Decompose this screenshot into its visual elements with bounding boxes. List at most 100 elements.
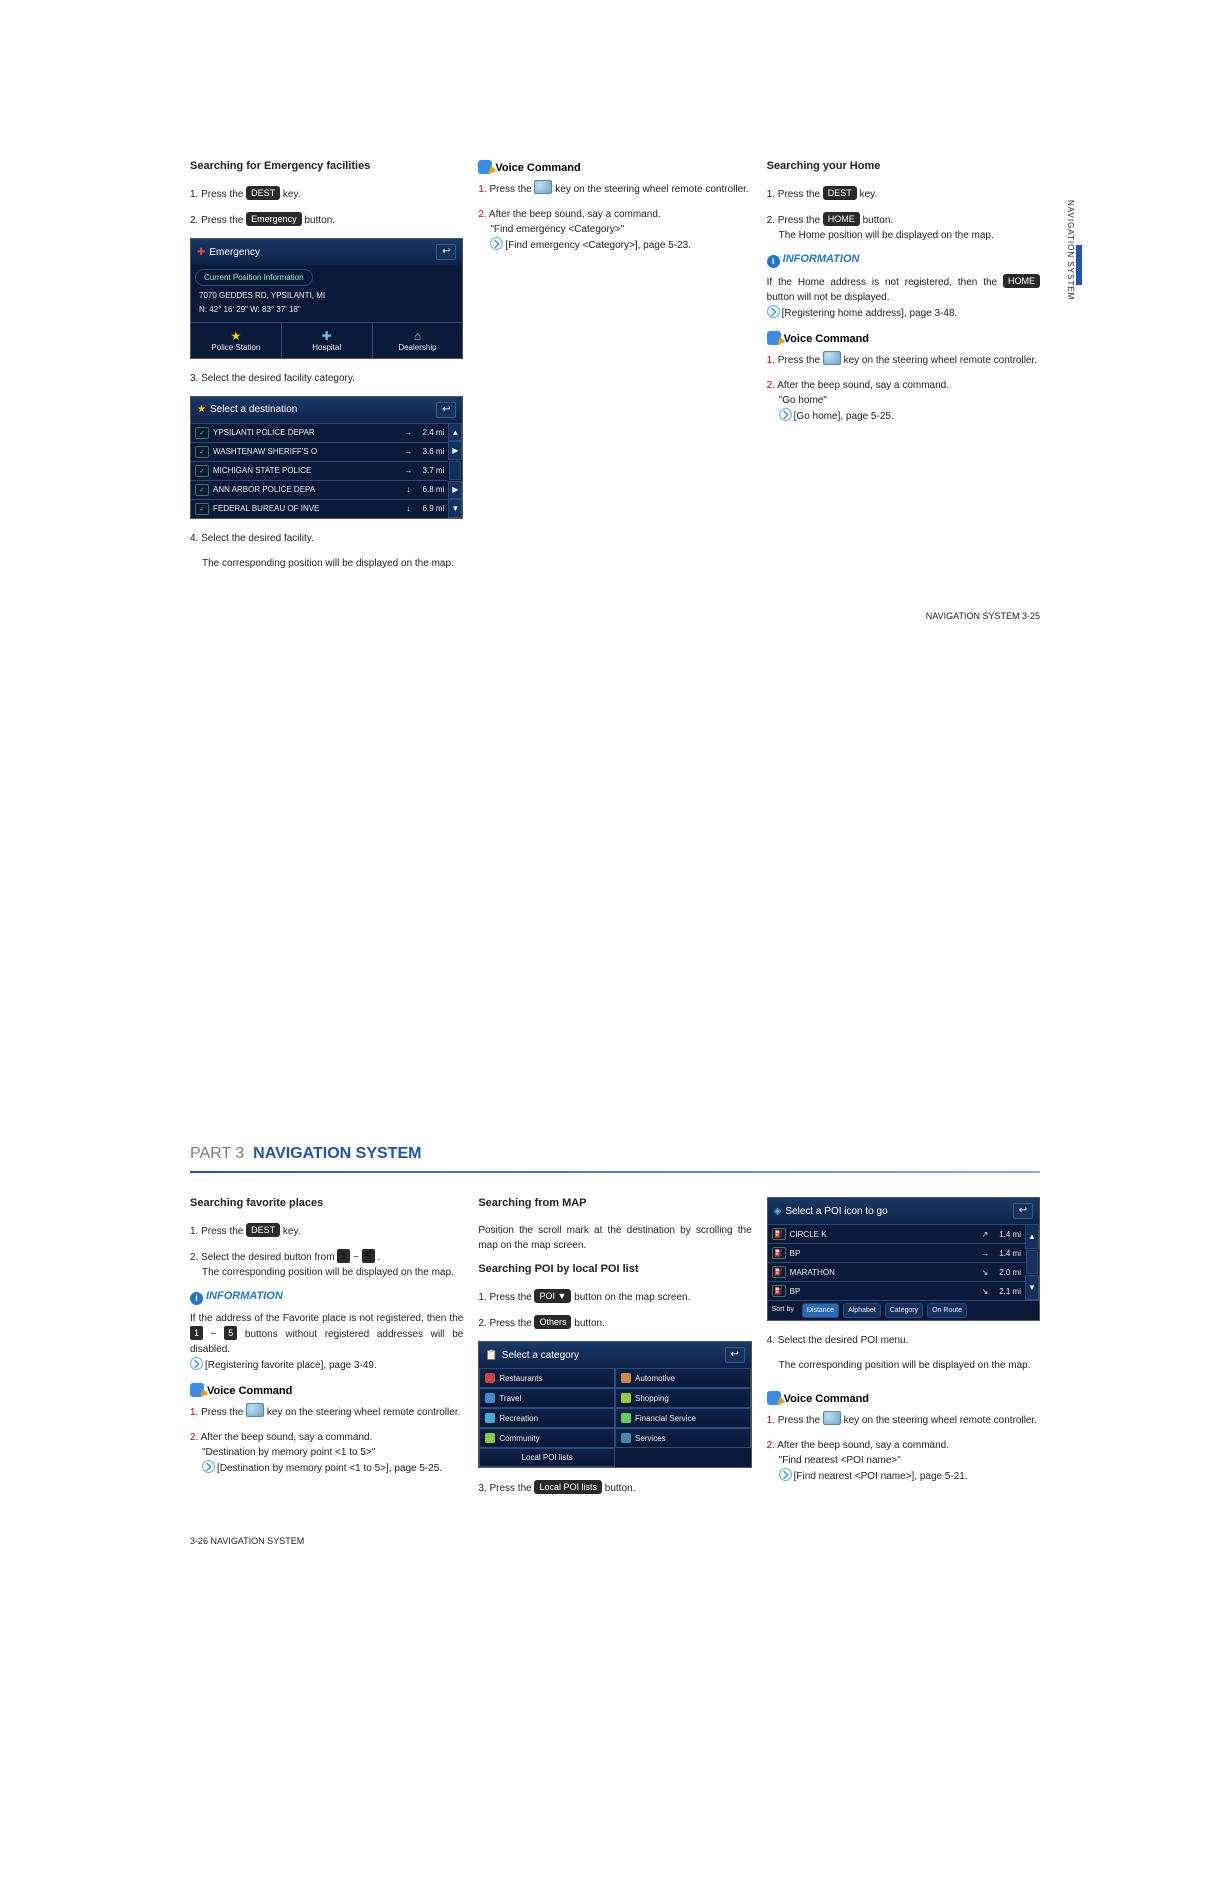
ss-title: Emergency <box>209 247 436 258</box>
scroll-up-icon: ▲ <box>448 423 462 442</box>
scroll-next-icon: ▶ <box>448 441 462 460</box>
info-body: If the Home address is not registered, t… <box>767 274 1040 321</box>
local-poi-button: Local POI lists <box>534 1480 602 1494</box>
list-item: ✓WASHTENAW SHERIFF'S O→3.6 mi <box>191 442 448 461</box>
heading-poi-list: Searching POI by local POI list <box>478 1263 751 1275</box>
crossref-icon <box>767 305 780 318</box>
screenshot-poi-list: ◈ Select a POI icon to go ↩ ⛽CIRCLE K↗1.… <box>767 1197 1040 1321</box>
heading-voice-command: Voice Command <box>767 1391 1040 1405</box>
dest-key: DEST <box>246 1223 280 1237</box>
voice-key-icon <box>246 1403 264 1417</box>
crossref-icon <box>779 408 792 421</box>
cat-shopping: Shopping <box>615 1388 751 1408</box>
scroll-down-icon: ▼ <box>448 499 462 518</box>
num-5-button: 5 <box>362 1249 375 1263</box>
side-tab <box>1076 245 1082 285</box>
crossref-icon <box>190 1357 203 1370</box>
scrollbar <box>449 461 461 480</box>
heading-favorite: Searching favorite places <box>190 1197 463 1209</box>
heading-emergency: Searching for Emergency facilities <box>190 160 463 172</box>
ss-poi-title: Select a POI icon to go <box>785 1206 1013 1217</box>
poi-step-4-detail: The corresponding position will be displ… <box>779 1358 1040 1373</box>
vc-step-1: 1. Press the key on the steering wheel r… <box>190 1403 463 1420</box>
scrollbar <box>1026 1250 1038 1275</box>
step-3: 3. Select the desired facility category. <box>190 371 463 386</box>
part-rule <box>190 1171 1040 1173</box>
col-emergency: Searching for Emergency facilities 1. Pr… <box>190 160 463 581</box>
cat-dealership: ⌂Dealership <box>373 323 463 358</box>
list-item: ⛽BP↘2.1 mi <box>768 1281 1025 1300</box>
cat-recreation: Recreation <box>479 1408 615 1428</box>
poi-step-1: 1. Press the POI ▼ button on the map scr… <box>478 1289 751 1305</box>
sort-alphabet: Alphabet <box>843 1303 881 1318</box>
back-icon: ↩ <box>436 244 456 260</box>
crossref-icon <box>490 237 503 250</box>
screenshot-category: 📋 Select a category ↩ Restaurants Automo… <box>478 1341 751 1468</box>
home-step-1: 1. Press the DEST key. <box>767 186 1040 202</box>
col-map: Searching from MAP Position the scroll m… <box>478 1197 751 1506</box>
scroll-down-icon: ▼ <box>1025 1275 1039 1300</box>
vc-step-2: 2. After the beep sound, say a command. … <box>767 1438 1040 1484</box>
step-2: 2. Press the Emergency button. <box>190 212 463 228</box>
address-line2: N: 42° 16' 29" W: 83° 37' 18" <box>195 303 458 317</box>
vc-step-1: 1. Press the key on the steering wheel r… <box>767 1411 1040 1428</box>
sort-onroute: On Route <box>927 1303 967 1318</box>
voice-key-icon <box>823 1411 841 1425</box>
info-icon: i <box>767 255 780 268</box>
scroll-up-icon: ▲ <box>1025 1224 1039 1249</box>
list-item: ✓ANN ARBOR POLICE DEPA↓6.8 mi <box>191 480 448 499</box>
map-desc: Position the scroll mark at the destinat… <box>478 1223 751 1253</box>
list-item: ⛽CIRCLE K↗1.4 mi <box>768 1224 1025 1243</box>
col-favorite: Searching favorite places 1. Press the D… <box>190 1197 463 1506</box>
step-4-detail: The corresponding position will be displ… <box>202 556 463 571</box>
cat-services: Services <box>615 1428 751 1448</box>
back-icon: ↩ <box>436 402 456 418</box>
dest-key: DEST <box>246 186 280 200</box>
cat-police: ★Police Station <box>191 323 282 358</box>
num-1-button: 1 <box>337 1249 350 1263</box>
heading-voice-command: Voice Command <box>767 331 1040 345</box>
info-body: If the address of the Favorite place is … <box>190 1311 463 1373</box>
speech-icon <box>767 1391 781 1405</box>
cat-hospital: ✚Hospital <box>282 323 373 358</box>
col-voice-command-1: Voice Command 1. Press the key on the st… <box>478 160 751 581</box>
part-title: PART 3 NAVIGATION SYSTEM <box>190 1145 1040 1163</box>
speech-icon <box>767 331 781 345</box>
page-footer: NAVIGATION SYSTEM 3-25 <box>190 611 1040 621</box>
back-icon: ↩ <box>1013 1203 1033 1219</box>
poi-step-3: 3. Press the Local POI lists button. <box>478 1480 751 1496</box>
back-icon: ↩ <box>725 1347 745 1363</box>
screenshot-emergency: ✚ Emergency ↩ Current Position Informati… <box>190 238 463 359</box>
heading-information: iINFORMATION <box>190 1290 463 1305</box>
cpi-label: Current Position Information <box>195 269 313 286</box>
info-icon: i <box>190 1292 203 1305</box>
fav-step-2: 2. Select the desired button from 1 ~ 5 … <box>190 1249 463 1280</box>
heading-voice-command: Voice Command <box>478 160 751 174</box>
address-line1: 7070 GEDDES RD, YPSILANTI, MI <box>195 289 458 303</box>
heading-map: Searching from MAP <box>478 1197 751 1209</box>
side-chapter-label: NAVIGATION SYSTEM <box>1066 200 1075 300</box>
cat-automotive: Automotive <box>615 1368 751 1388</box>
vc-step-1: 1. Press the key on the steering wheel r… <box>767 351 1040 368</box>
dest-key: DEST <box>823 186 857 200</box>
col-poi-result: ◈ Select a POI icon to go ↩ ⛽CIRCLE K↗1.… <box>767 1197 1040 1506</box>
home-step-2: 2. Press the HOME button. The Home posit… <box>767 212 1040 243</box>
list-item: ✓YPSILANTI POLICE DEPAR→2.4 mi <box>191 423 448 442</box>
voice-key-icon <box>534 180 552 194</box>
page-3-26: PART 3 NAVIGATION SYSTEM Searching favor… <box>0 985 1230 1885</box>
page-3-25: NAVIGATION SYSTEM Searching for Emergenc… <box>0 0 1230 985</box>
speech-icon <box>478 160 492 174</box>
list-item: ✓FEDERAL BUREAU OF INVE↓6.9 mi <box>191 499 448 518</box>
fav-step-1: 1. Press the DEST key. <box>190 1223 463 1239</box>
heading-voice-command: Voice Command <box>190 1383 463 1397</box>
speech-icon <box>190 1383 204 1397</box>
home-button: HOME <box>1003 274 1040 288</box>
ss-cat-title: Select a category <box>502 1350 725 1361</box>
home-button: HOME <box>823 212 860 226</box>
emergency-button: Emergency <box>246 212 302 226</box>
vc-step-2: 2. After the beep sound, say a command. … <box>767 378 1040 424</box>
cat-community: Community <box>479 1428 615 1448</box>
sort-bar: Sort by Distance Alphabet Category On Ro… <box>768 1300 1039 1320</box>
others-button: Others <box>534 1315 571 1329</box>
list-item: ⛽MARATHON↘2.0 mi <box>768 1262 1025 1281</box>
